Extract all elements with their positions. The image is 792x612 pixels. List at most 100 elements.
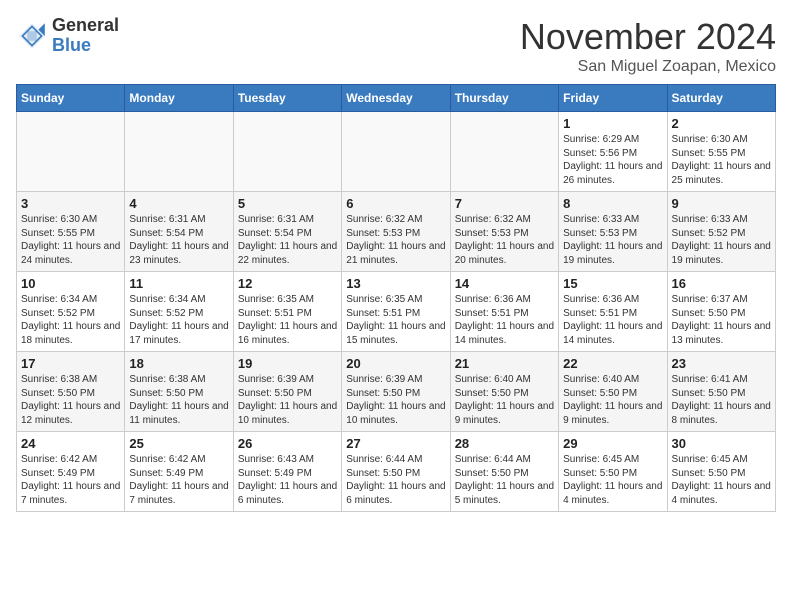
title-block: November 2024 San Miguel Zoapan, Mexico xyxy=(520,16,776,76)
calendar-cell: 13 Sunrise: 6:35 AM Sunset: 5:51 PM Dayli… xyxy=(342,272,450,352)
calendar-cell xyxy=(17,112,125,192)
calendar-cell: 3 Sunrise: 6:30 AM Sunset: 5:55 PM Daylig… xyxy=(17,192,125,272)
day-number: 23 xyxy=(672,356,771,371)
day-info: Sunrise: 6:34 AM Sunset: 5:52 PM Dayligh… xyxy=(129,293,228,347)
day-number: 15 xyxy=(563,276,662,291)
day-info: Sunrise: 6:32 AM Sunset: 5:53 PM Dayligh… xyxy=(455,213,554,267)
day-number: 5 xyxy=(238,196,337,211)
col-monday: Monday xyxy=(125,85,233,112)
day-number: 20 xyxy=(346,356,445,371)
calendar-cell: 26 Sunrise: 6:43 AM Sunset: 5:49 PM Dayli… xyxy=(233,432,341,512)
location-subtitle: San Miguel Zoapan, Mexico xyxy=(520,58,776,76)
calendar-cell: 9Sunrise: 6:33 AM Sunset: 5:52 PM Daylig… xyxy=(667,192,775,272)
col-saturday: Saturday xyxy=(667,85,775,112)
calendar-cell: 25Sunrise: 6:42 AM Sunset: 5:49 PM Dayli… xyxy=(125,432,233,512)
day-info: Sunrise: 6:31 AM Sunset: 5:54 PM Dayligh… xyxy=(238,213,337,267)
day-info: Sunrise: 6:32 AM Sunset: 5:53 PM Dayligh… xyxy=(346,213,445,267)
day-info: Sunrise: 6:42 AM Sunset: 5:49 PM Dayligh… xyxy=(21,453,120,507)
day-info: Sunrise: 6:30 AM Sunset: 5:55 PM Dayligh… xyxy=(672,133,771,187)
day-info: Sunrise: 6:30 AM Sunset: 5:55 PM Dayligh… xyxy=(21,213,120,267)
day-info: Sunrise: 6:44 AM Sunset: 5:50 PM Dayligh… xyxy=(455,453,554,507)
calendar-week-row: 10 Sunrise: 6:34 AM Sunset: 5:52 PM Dayli… xyxy=(17,272,776,352)
day-number: 27 xyxy=(346,436,445,451)
calendar-cell: 10 Sunrise: 6:34 AM Sunset: 5:52 PM Dayli… xyxy=(17,272,125,352)
calendar-cell: 4 Sunrise: 6:31 AM Sunset: 5:54 PM Daylig… xyxy=(125,192,233,272)
day-info: Sunrise: 6:37 AM Sunset: 5:50 PM Dayligh… xyxy=(672,293,771,347)
day-info: Sunrise: 6:33 AM Sunset: 5:53 PM Dayligh… xyxy=(563,213,662,267)
day-info: Sunrise: 6:31 AM Sunset: 5:54 PM Dayligh… xyxy=(129,213,228,267)
calendar-cell xyxy=(125,112,233,192)
col-friday: Friday xyxy=(559,85,667,112)
day-number: 28 xyxy=(455,436,554,451)
col-tuesday: Tuesday xyxy=(233,85,341,112)
day-number: 11 xyxy=(129,276,228,291)
day-number: 26 xyxy=(238,436,337,451)
day-number: 24 xyxy=(21,436,120,451)
calendar-cell: 23 Sunrise: 6:41 AM Sunset: 5:50 PM Dayli… xyxy=(667,352,775,432)
day-number: 17 xyxy=(21,356,120,371)
day-info: Sunrise: 6:44 AM Sunset: 5:50 PM Dayligh… xyxy=(346,453,445,507)
calendar-cell xyxy=(450,112,558,192)
day-number: 29 xyxy=(563,436,662,451)
day-number: 6 xyxy=(346,196,445,211)
logo: General Blue xyxy=(16,16,119,56)
calendar-week-row: 1Sunrise: 6:29 AM Sunset: 5:56 PM Daylig… xyxy=(17,112,776,192)
calendar-cell: 14 Sunrise: 6:36 AM Sunset: 5:51 PM Dayli… xyxy=(450,272,558,352)
day-info: Sunrise: 6:35 AM Sunset: 5:51 PM Dayligh… xyxy=(346,293,445,347)
day-info: Sunrise: 6:40 AM Sunset: 5:50 PM Dayligh… xyxy=(455,373,554,427)
day-info: Sunrise: 6:38 AM Sunset: 5:50 PM Dayligh… xyxy=(129,373,228,427)
day-number: 25 xyxy=(129,436,228,451)
day-number: 19 xyxy=(238,356,337,371)
day-info: Sunrise: 6:35 AM Sunset: 5:51 PM Dayligh… xyxy=(238,293,337,347)
day-number: 16 xyxy=(672,276,771,291)
logo-general-text: General xyxy=(52,16,119,36)
day-info: Sunrise: 6:41 AM Sunset: 5:50 PM Dayligh… xyxy=(672,373,771,427)
calendar-week-row: 17 Sunrise: 6:38 AM Sunset: 5:50 PM Dayli… xyxy=(17,352,776,432)
col-wednesday: Wednesday xyxy=(342,85,450,112)
day-number: 22 xyxy=(563,356,662,371)
col-sunday: Sunday xyxy=(17,85,125,112)
day-number: 10 xyxy=(21,276,120,291)
calendar-week-row: 3 Sunrise: 6:30 AM Sunset: 5:55 PM Daylig… xyxy=(17,192,776,272)
day-number: 13 xyxy=(346,276,445,291)
calendar-cell: 18Sunrise: 6:38 AM Sunset: 5:50 PM Dayli… xyxy=(125,352,233,432)
calendar-cell: 22 Sunrise: 6:40 AM Sunset: 5:50 PM Dayli… xyxy=(559,352,667,432)
day-info: Sunrise: 6:45 AM Sunset: 5:50 PM Dayligh… xyxy=(672,453,771,507)
calendar-cell: 2 Sunrise: 6:30 AM Sunset: 5:55 PM Daylig… xyxy=(667,112,775,192)
calendar-cell: 12Sunrise: 6:35 AM Sunset: 5:51 PM Dayli… xyxy=(233,272,341,352)
calendar-cell xyxy=(342,112,450,192)
day-info: Sunrise: 6:38 AM Sunset: 5:50 PM Dayligh… xyxy=(21,373,120,427)
day-info: Sunrise: 6:36 AM Sunset: 5:51 PM Dayligh… xyxy=(563,293,662,347)
calendar-cell: 5 Sunrise: 6:31 AM Sunset: 5:54 PM Daylig… xyxy=(233,192,341,272)
logo-icon xyxy=(16,20,48,52)
calendar-cell: 27 Sunrise: 6:44 AM Sunset: 5:50 PM Dayli… xyxy=(342,432,450,512)
calendar-cell xyxy=(233,112,341,192)
calendar-cell: 11 Sunrise: 6:34 AM Sunset: 5:52 PM Dayli… xyxy=(125,272,233,352)
logo-text: General Blue xyxy=(52,16,119,56)
calendar-cell: 1Sunrise: 6:29 AM Sunset: 5:56 PM Daylig… xyxy=(559,112,667,192)
calendar-cell: 16 Sunrise: 6:37 AM Sunset: 5:50 PM Dayli… xyxy=(667,272,775,352)
calendar-cell: 17 Sunrise: 6:38 AM Sunset: 5:50 PM Dayli… xyxy=(17,352,125,432)
day-info: Sunrise: 6:39 AM Sunset: 5:50 PM Dayligh… xyxy=(238,373,337,427)
day-number: 7 xyxy=(455,196,554,211)
day-info: Sunrise: 6:36 AM Sunset: 5:51 PM Dayligh… xyxy=(455,293,554,347)
day-number: 1 xyxy=(563,116,662,131)
day-info: Sunrise: 6:39 AM Sunset: 5:50 PM Dayligh… xyxy=(346,373,445,427)
day-number: 2 xyxy=(672,116,771,131)
calendar-table: Sunday Monday Tuesday Wednesday Thursday… xyxy=(16,84,776,512)
day-number: 30 xyxy=(672,436,771,451)
calendar-cell: 29 Sunrise: 6:45 AM Sunset: 5:50 PM Dayli… xyxy=(559,432,667,512)
calendar-cell: 15 Sunrise: 6:36 AM Sunset: 5:51 PM Dayli… xyxy=(559,272,667,352)
day-info: Sunrise: 6:40 AM Sunset: 5:50 PM Dayligh… xyxy=(563,373,662,427)
day-number: 3 xyxy=(21,196,120,211)
calendar-cell: 28 Sunrise: 6:44 AM Sunset: 5:50 PM Dayli… xyxy=(450,432,558,512)
calendar-cell: 24 Sunrise: 6:42 AM Sunset: 5:49 PM Dayli… xyxy=(17,432,125,512)
day-info: Sunrise: 6:45 AM Sunset: 5:50 PM Dayligh… xyxy=(563,453,662,507)
calendar-cell: 30 Sunrise: 6:45 AM Sunset: 5:50 PM Dayli… xyxy=(667,432,775,512)
calendar-cell: 21Sunrise: 6:40 AM Sunset: 5:50 PM Dayli… xyxy=(450,352,558,432)
day-info: Sunrise: 6:34 AM Sunset: 5:52 PM Dayligh… xyxy=(21,293,120,347)
day-number: 14 xyxy=(455,276,554,291)
day-number: 4 xyxy=(129,196,228,211)
day-info: Sunrise: 6:43 AM Sunset: 5:49 PM Dayligh… xyxy=(238,453,337,507)
calendar-header-row: Sunday Monday Tuesday Wednesday Thursday… xyxy=(17,85,776,112)
